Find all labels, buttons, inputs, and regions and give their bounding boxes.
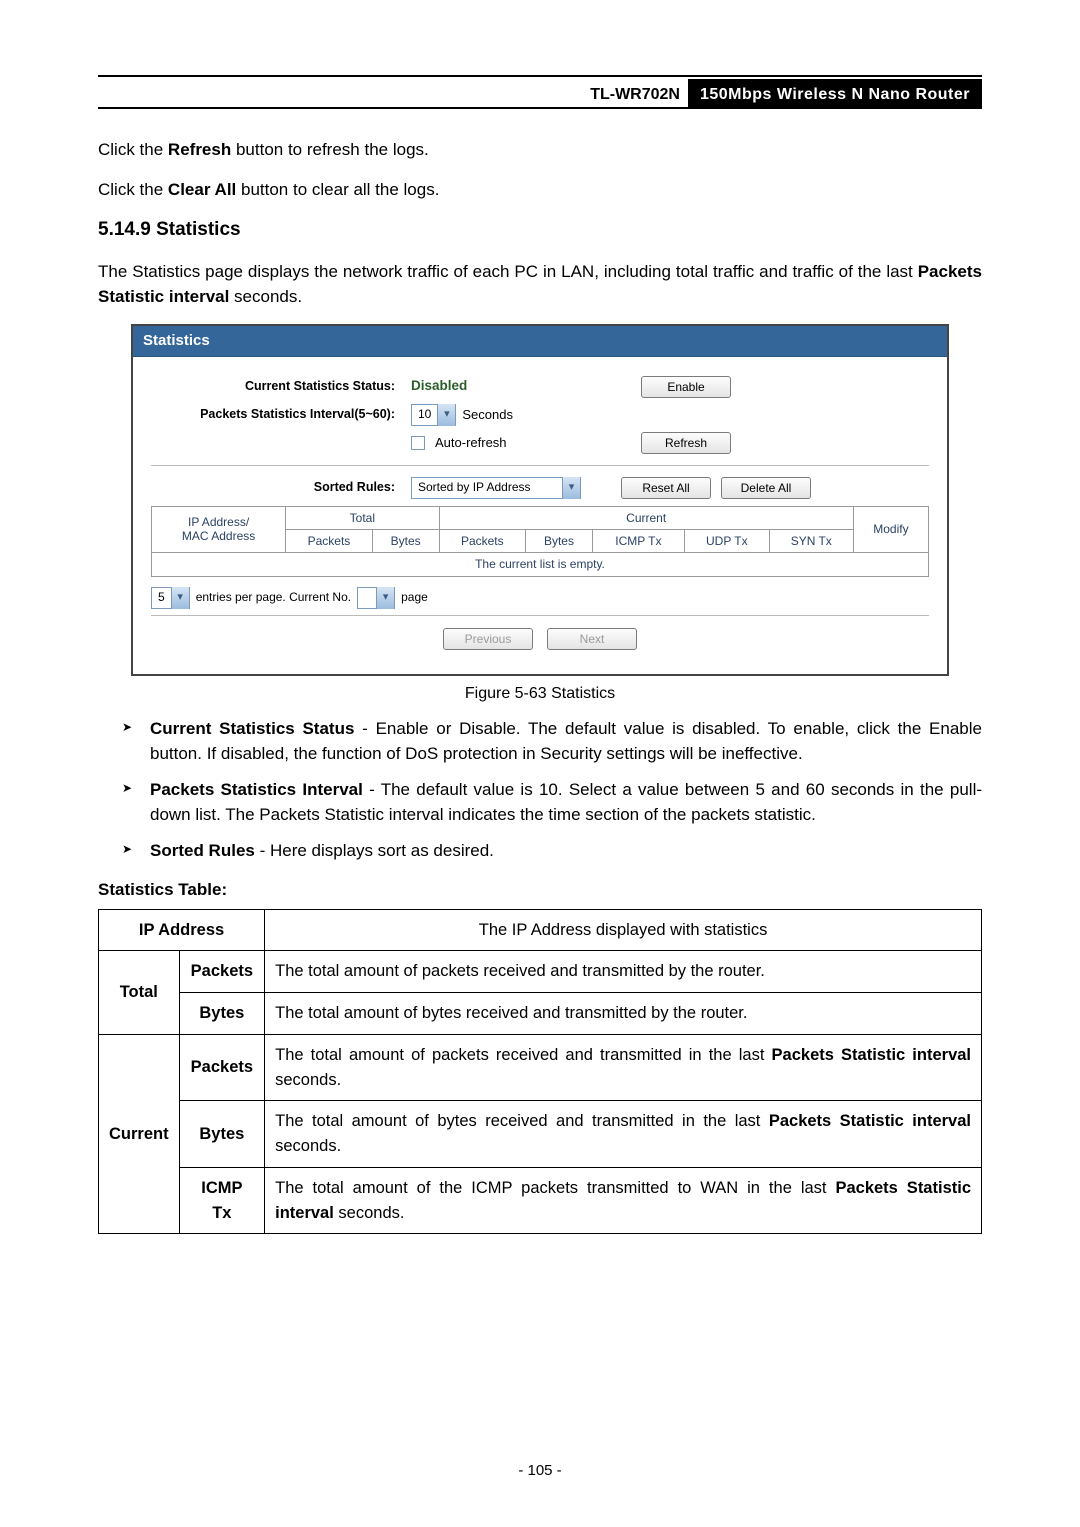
st-total-bytes-desc: The total amount of bytes received and t… <box>265 993 982 1035</box>
th-total-group: Total <box>286 506 439 529</box>
text-bold: Sorted Rules <box>150 841 255 860</box>
interval-value: 10 <box>412 407 437 421</box>
sorted-select[interactable]: Sorted by IP Address ▾ <box>411 477 581 499</box>
st-packets: Packets <box>179 1034 265 1101</box>
th-icmp: ICMP Tx <box>592 529 684 552</box>
autorefresh-label: Auto-refresh <box>435 435 507 451</box>
bullet-current-status: Current Statistics Status - Enable or Di… <box>122 716 982 767</box>
text: seconds. <box>229 287 302 306</box>
interval-unit: Seconds <box>462 407 513 423</box>
st-total: Total <box>99 951 180 1035</box>
next-button[interactable]: Next <box>547 628 637 650</box>
product-label: 150Mbps Wireless N Nano Router <box>688 79 982 107</box>
page-number: - 105 - <box>0 1460 1080 1483</box>
th-modify: Modify <box>853 506 928 553</box>
th-ip: IP Address/ MAC Address <box>152 506 286 553</box>
text: The Statistics page displays the network… <box>98 262 918 281</box>
status-label: Current Statistics Status: <box>151 379 411 394</box>
th-packets: Packets <box>286 529 373 552</box>
text: seconds. <box>275 1071 341 1089</box>
st-cur-icmp-desc: The total amount of the ICMP packets tra… <box>265 1167 982 1234</box>
text: The total amount of bytes received and t… <box>275 1112 769 1130</box>
empty-list-message: The current list is empty. <box>151 553 929 576</box>
chevron-down-icon: ▾ <box>437 404 455 426</box>
model-label: TL-WR702N <box>582 79 688 107</box>
st-icmp: ICMP Tx <box>179 1167 265 1234</box>
text-bold: Packets Statistics Interval <box>150 780 363 799</box>
previous-button[interactable]: Previous <box>443 628 533 650</box>
text: The total amount of the ICMP packets tra… <box>275 1179 835 1197</box>
page-select[interactable]: ▾ <box>357 587 395 609</box>
delete-all-button[interactable]: Delete All <box>721 477 811 499</box>
th-packets: Packets <box>439 529 526 552</box>
st-packets: Packets <box>179 951 265 993</box>
text: - Here displays sort as desired. <box>255 841 494 860</box>
st-total-packets-desc: The total amount of packets received and… <box>265 951 982 993</box>
page-text: page <box>401 590 428 604</box>
st-ip-desc: The IP Address displayed with statistics <box>265 909 982 951</box>
st-bytes: Bytes <box>179 1101 265 1168</box>
text-bold: Packets Statistic interval <box>772 1046 971 1064</box>
th-current-group: Current <box>439 506 853 529</box>
refresh-button[interactable]: Refresh <box>641 432 731 454</box>
st-bytes: Bytes <box>179 993 265 1035</box>
chevron-down-icon: ▾ <box>376 587 394 609</box>
interval-label: Packets Statistics Interval(5~60): <box>151 407 411 422</box>
chevron-down-icon: ▾ <box>562 477 580 499</box>
st-cur-packets-desc: The total amount of packets received and… <box>265 1034 982 1101</box>
section-heading: 5.14.9 Statistics <box>98 216 982 245</box>
interval-select[interactable]: 10 ▾ <box>411 404 456 426</box>
figure-caption: Figure 5-63 Statistics <box>98 682 982 706</box>
section-paragraph: The Statistics page displays the network… <box>98 259 982 310</box>
text: The total amount of packets received and… <box>275 1046 771 1064</box>
sorted-value: Sorted by IP Address <box>412 480 562 494</box>
text: button to clear all the logs. <box>236 180 439 199</box>
entries-text: entries per page. Current No. <box>196 590 351 604</box>
text-bold: Packets Statistic interval <box>769 1112 971 1130</box>
text-bold: Clear All <box>168 180 236 199</box>
th-bytes: Bytes <box>526 529 593 552</box>
stat-table-heading: Statistics Table: <box>98 877 982 903</box>
autorefresh-checkbox[interactable] <box>411 436 425 450</box>
status-value: Disabled <box>411 378 467 394</box>
intro-line-1: Click the Refresh button to refresh the … <box>98 137 982 163</box>
panel-title: Statistics <box>133 326 947 357</box>
entries-value: 5 <box>152 590 171 604</box>
chevron-down-icon: ▾ <box>171 587 189 609</box>
text: seconds. <box>334 1204 405 1222</box>
st-current: Current <box>99 1034 180 1234</box>
th-udp: UDP Tx <box>684 529 769 552</box>
bullet-sorted-rules: Sorted Rules - Here displays sort as des… <box>122 838 982 864</box>
statistics-table: IP Address/ MAC Address Total Current Mo… <box>151 506 929 554</box>
bullet-interval: Packets Statistics Interval - The defaul… <box>122 777 982 828</box>
text-bold: Current Statistics Status <box>150 719 354 738</box>
st-cur-bytes-desc: The total amount of bytes received and t… <box>265 1101 982 1168</box>
statistics-description-table: IP Address The IP Address displayed with… <box>98 909 982 1235</box>
pagination-row: 5 ▾ entries per page. Current No. ▾ page <box>151 577 929 615</box>
text-bold: Refresh <box>168 140 231 159</box>
entries-select[interactable]: 5 ▾ <box>151 587 190 609</box>
text: seconds. <box>275 1137 341 1155</box>
enable-button[interactable]: Enable <box>641 376 731 398</box>
page-header: TL-WR702N 150Mbps Wireless N Nano Router <box>98 79 982 107</box>
statistics-panel: Statistics Current Statistics Status: Di… <box>131 324 949 676</box>
text: Click the <box>98 180 168 199</box>
st-ip-label: IP Address <box>99 909 265 951</box>
th-syn: SYN Tx <box>769 529 853 552</box>
intro-line-2: Click the Clear All button to clear all … <box>98 177 982 203</box>
text: Click the <box>98 140 168 159</box>
th-bytes: Bytes <box>372 529 439 552</box>
sorted-label: Sorted Rules: <box>151 480 411 495</box>
text: button to refresh the logs. <box>231 140 429 159</box>
reset-all-button[interactable]: Reset All <box>621 477 711 499</box>
